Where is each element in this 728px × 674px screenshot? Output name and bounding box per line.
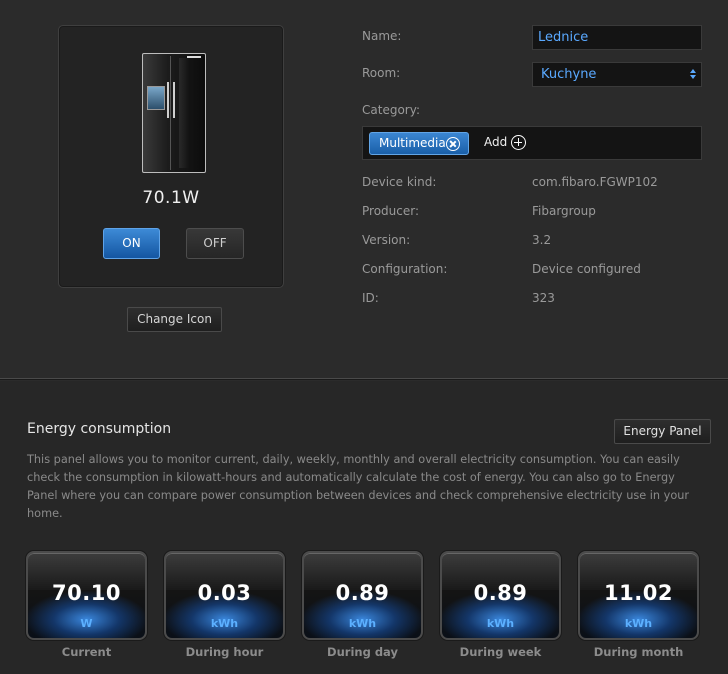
room-select-value: Kuchyne — [541, 67, 597, 82]
add-category-label[interactable]: Add — [484, 135, 507, 149]
tile-unit: kWh — [348, 617, 377, 630]
tile-caption: During week — [459, 645, 542, 659]
tile-value: 70.10 — [52, 581, 121, 605]
tile-value: 0.89 — [473, 581, 528, 605]
on-button[interactable]: ON — [103, 228, 160, 259]
category-chip-label: Multimedia — [379, 136, 446, 150]
add-category-icon[interactable] — [511, 135, 526, 150]
energy-tile-current: 70.10 W — [26, 551, 147, 640]
energy-title: Energy consumption — [27, 421, 172, 437]
section-divider — [0, 378, 728, 380]
energy-panel-button[interactable]: Energy Panel — [614, 419, 711, 444]
energy-section: Energy consumption Energy Panel This pan… — [0, 381, 728, 674]
energy-tile-week: 0.89 kWh — [440, 551, 561, 640]
configuration-value: Device configured — [532, 262, 641, 276]
producer-label: Producer: — [362, 204, 420, 218]
tile-unit: kWh — [486, 617, 515, 630]
configuration-label: Configuration: — [362, 262, 448, 276]
room-select[interactable]: Kuchyne — [532, 62, 702, 87]
energy-tile-day: 0.89 kWh — [302, 551, 423, 640]
version-value: 3.2 — [532, 233, 552, 247]
tile-caption: During day — [327, 645, 398, 659]
category-chip-multimedia[interactable]: Multimedia — [369, 132, 469, 155]
tile-caption: During hour — [185, 645, 264, 659]
id-label: ID: — [362, 291, 379, 305]
category-box: Multimedia Add — [362, 126, 702, 160]
tile-unit: kWh — [624, 617, 653, 630]
tile-value: 0.89 — [335, 581, 390, 605]
tile-unit: kWh — [210, 617, 239, 630]
id-value: 323 — [532, 291, 555, 305]
energy-tile-hour: 0.03 kWh — [164, 551, 285, 640]
change-icon-button[interactable]: Change Icon — [127, 307, 222, 332]
device-settings-section: 70.1W ON OFF Change Icon Name: Lednice R… — [0, 0, 728, 378]
tile-value: 11.02 — [604, 581, 673, 605]
tile-caption: Current — [61, 645, 112, 659]
version-label: Version: — [362, 233, 411, 247]
power-value: 70.1W — [142, 188, 200, 208]
energy-description: This panel allows you to monitor current… — [27, 453, 690, 520]
select-arrows-icon — [690, 69, 696, 79]
tile-value: 0.03 — [197, 581, 252, 605]
name-input[interactable]: Lednice — [532, 25, 702, 50]
name-label: Name: — [362, 29, 402, 43]
room-label: Room: — [362, 66, 401, 80]
tile-unit: W — [80, 617, 93, 630]
device-card: 70.1W ON OFF — [58, 25, 284, 288]
remove-category-icon[interactable] — [446, 137, 460, 151]
off-button[interactable]: OFF — [186, 228, 244, 259]
fridge-icon — [142, 53, 206, 173]
producer-value: Fibargroup — [532, 204, 596, 218]
energy-tile-month: 11.02 kWh — [578, 551, 699, 640]
device-kind-label: Device kind: — [362, 175, 437, 189]
device-kind-value: com.fibaro.FGWP102 — [532, 175, 658, 189]
tile-caption: During month — [593, 645, 684, 659]
category-label: Category: — [362, 103, 420, 117]
